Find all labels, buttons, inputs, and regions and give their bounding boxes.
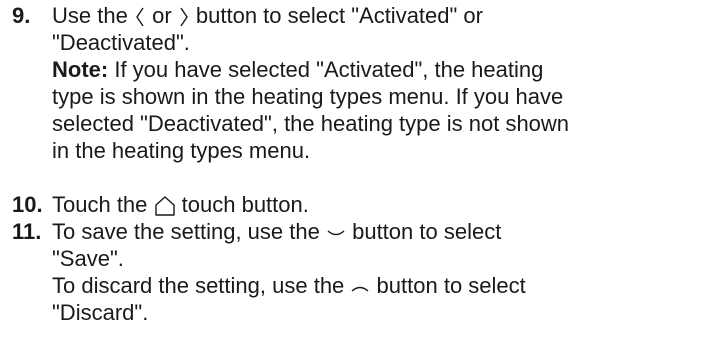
step-text: Use the xyxy=(52,3,128,28)
step-line: "Discard". xyxy=(52,300,149,325)
chevron-down-icon xyxy=(326,222,346,244)
note-label: Note: xyxy=(52,57,109,82)
instruction-list: 9. Use the or button to select "Activate… xyxy=(0,0,704,342)
step-text: To save the setting, use the xyxy=(52,219,320,244)
step-text: button to select xyxy=(352,219,502,244)
note-line: Note: If you have selected "Activated", … xyxy=(52,56,692,83)
step-text: button to select "Activated" or xyxy=(195,3,483,28)
step-line: Touch the touch button. xyxy=(52,191,692,218)
home-icon xyxy=(154,195,176,217)
step-line: To discard the setting, use the button t… xyxy=(52,272,692,299)
step-text: button to select xyxy=(376,273,526,298)
note-line: selected "Deactivated", the heating type… xyxy=(52,111,570,136)
step-text: touch button. xyxy=(181,192,309,217)
step-text: Touch the xyxy=(52,192,148,217)
note-text: If you have selected "Activated", the he… xyxy=(114,57,544,82)
step-body: Touch the touch button. xyxy=(52,191,692,218)
note-line: in the heating types menu. xyxy=(52,138,311,163)
angle-left-icon xyxy=(134,6,146,28)
step-line: Use the or button to select "Activated" … xyxy=(52,2,692,29)
step-line: "Deactivated". xyxy=(52,30,190,55)
step-number: 9. xyxy=(12,3,31,28)
angle-right-icon xyxy=(178,6,190,28)
step-body: To save the setting, use the button to s… xyxy=(52,218,692,326)
step-text: To discard the setting, use the xyxy=(52,273,345,298)
step-line: To save the setting, use the button to s… xyxy=(52,218,692,245)
step-line: "Save". xyxy=(52,246,124,271)
step-number: 11. xyxy=(12,219,42,244)
step-text: or xyxy=(152,3,172,28)
step-body: Use the or button to select "Activated" … xyxy=(52,2,692,164)
note-line: type is shown in the heating types menu.… xyxy=(52,84,564,109)
step-number: 10. xyxy=(12,192,43,217)
chevron-up-icon xyxy=(350,276,370,298)
